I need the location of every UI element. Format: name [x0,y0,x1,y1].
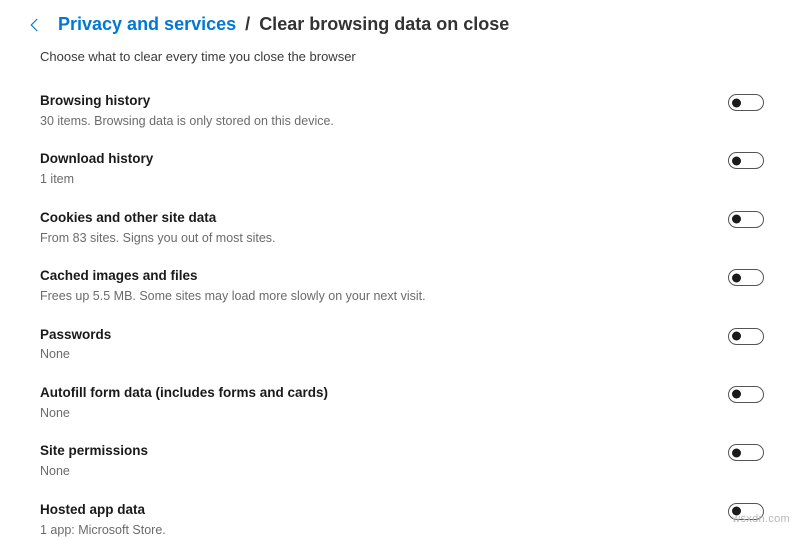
setting-site-permissions: Site permissions None [40,434,770,492]
setting-desc: 1 app: Microsoft Store. [40,522,728,540]
watermark: wsxdn.com [732,513,790,525]
setting-title: Passwords [40,326,728,345]
toggle-browsing-history[interactable] [728,94,764,111]
toggle-autofill[interactable] [728,386,764,403]
setting-desc: 1 item [40,171,728,189]
toggle-site-permissions[interactable] [728,444,764,461]
setting-title: Download history [40,150,728,169]
setting-hosted-app-data: Hosted app data 1 app: Microsoft Store. [40,493,770,551]
settings-list: Browsing history 30 items. Browsing data… [0,64,800,551]
setting-text: Site permissions None [40,442,728,480]
setting-autofill: Autofill form data (includes forms and c… [40,376,770,434]
setting-passwords: Passwords None [40,318,770,376]
toggle-knob [732,332,741,341]
breadcrumb-current: Clear browsing data on close [259,14,509,34]
setting-title: Browsing history [40,92,728,111]
toggle-download-history[interactable] [728,152,764,169]
toggle-cookies[interactable] [728,211,764,228]
toggle-knob [732,448,741,457]
intro-text: Choose what to clear every time you clos… [0,47,800,64]
setting-text: Passwords None [40,326,728,364]
setting-desc: 30 items. Browsing data is only stored o… [40,113,728,131]
setting-text: Cached images and files Frees up 5.5 MB.… [40,267,728,305]
toggle-passwords[interactable] [728,328,764,345]
setting-title: Site permissions [40,442,728,461]
setting-desc: From 83 sites. Signs you out of most sit… [40,230,728,248]
setting-text: Cookies and other site data From 83 site… [40,209,728,247]
setting-desc: None [40,463,728,481]
setting-browsing-history: Browsing history 30 items. Browsing data… [40,84,770,142]
toggle-knob [732,156,741,165]
setting-cookies: Cookies and other site data From 83 site… [40,201,770,259]
page-header: Privacy and services / Clear browsing da… [0,0,800,47]
setting-title: Hosted app data [40,501,728,520]
setting-desc: None [40,346,728,364]
setting-text: Autofill form data (includes forms and c… [40,384,728,422]
toggle-knob [732,98,741,107]
setting-title: Cached images and files [40,267,728,286]
toggle-knob [732,215,741,224]
setting-desc: None [40,405,728,423]
setting-desc: Frees up 5.5 MB. Some sites may load mor… [40,288,728,306]
toggle-knob [732,273,741,282]
setting-text: Download history 1 item [40,150,728,188]
back-arrow-icon[interactable] [26,16,44,34]
toggle-cached[interactable] [728,269,764,286]
setting-title: Cookies and other site data [40,209,728,228]
setting-cached: Cached images and files Frees up 5.5 MB.… [40,259,770,317]
breadcrumb-parent[interactable]: Privacy and services [58,14,236,34]
breadcrumb: Privacy and services / Clear browsing da… [58,14,509,35]
setting-text: Browsing history 30 items. Browsing data… [40,92,728,130]
setting-download-history: Download history 1 item [40,142,770,200]
setting-text: Hosted app data 1 app: Microsoft Store. [40,501,728,539]
toggle-knob [732,390,741,399]
breadcrumb-separator: / [245,14,250,34]
setting-title: Autofill form data (includes forms and c… [40,384,728,403]
